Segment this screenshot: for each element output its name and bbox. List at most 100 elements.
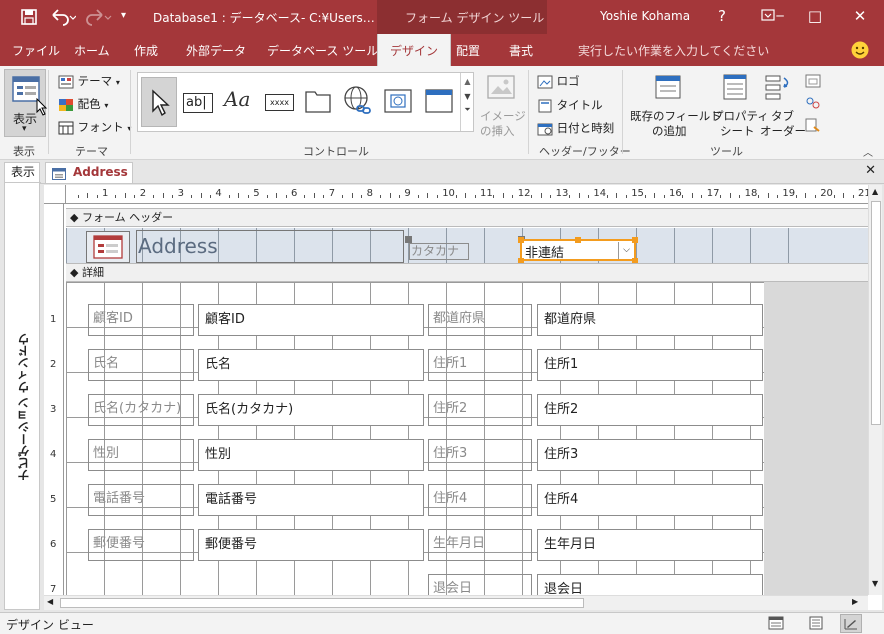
field-textbox[interactable]: 電話番号 bbox=[198, 484, 424, 516]
logo-button[interactable]: ロゴ bbox=[537, 73, 580, 89]
tab-order-button[interactable]: タブ オーダー bbox=[759, 72, 806, 138]
tab-database-tools[interactable]: データベース ツール bbox=[267, 42, 378, 59]
gallery-up-icon[interactable]: ▲ bbox=[461, 77, 474, 86]
collapse-ribbon-icon[interactable]: ︿ bbox=[863, 144, 873, 159]
kana-label[interactable]: カタカナ bbox=[409, 243, 469, 260]
title-label: タイトル bbox=[556, 98, 603, 112]
ruler-mark: 2 bbox=[139, 188, 147, 199]
logo-form-icon bbox=[93, 235, 123, 259]
gallery-down-icon[interactable]: ▼ bbox=[461, 92, 474, 101]
save-icon[interactable] bbox=[21, 9, 37, 25]
form-title-label[interactable]: Address bbox=[136, 230, 404, 263]
tab-design[interactable]: デザイン bbox=[377, 34, 452, 66]
vertical-scroll-thumb[interactable] bbox=[871, 201, 881, 425]
context-tool-label: フォーム デザイン ツール bbox=[405, 11, 545, 25]
form-logo-image[interactable] bbox=[86, 231, 130, 263]
label-tool[interactable]: Aa bbox=[224, 87, 250, 111]
scroll-down-icon[interactable]: ▼ bbox=[872, 579, 878, 588]
textbox-tool[interactable]: ab| bbox=[183, 93, 213, 113]
title-button[interactable]: タイトル bbox=[537, 97, 603, 113]
field-label[interactable]: 住所3 bbox=[428, 439, 532, 471]
help-button[interactable]: ? bbox=[712, 7, 732, 27]
field-label[interactable]: 氏名 bbox=[88, 349, 194, 381]
close-button[interactable]: ✕ bbox=[850, 7, 870, 27]
field-textbox[interactable]: 氏名 bbox=[198, 349, 424, 381]
tab-control-tool[interactable] bbox=[304, 87, 332, 118]
tab-create[interactable]: 作成 bbox=[134, 42, 158, 59]
tab-arrange[interactable]: 配置 bbox=[456, 42, 480, 59]
status-bar: デザイン ビュー bbox=[0, 612, 884, 634]
quick-access-customize-icon[interactable]: ▾ bbox=[121, 10, 126, 21]
field-textbox[interactable]: 性別 bbox=[198, 439, 424, 471]
gallery-more-icon[interactable]: ⏷ bbox=[461, 105, 474, 115]
form-header-section-bar[interactable]: ◆ フォーム ヘッダー bbox=[66, 208, 870, 227]
field-label[interactable]: 郵便番号 bbox=[88, 529, 194, 561]
field-label[interactable]: 都道府県 bbox=[428, 304, 532, 336]
ruler-mark: 2 bbox=[50, 359, 57, 370]
horizontal-scrollbar[interactable]: ◀ ▶ bbox=[44, 595, 868, 610]
ruler-mark: 9 bbox=[404, 188, 411, 199]
form-view-icon[interactable] bbox=[768, 616, 784, 633]
tab-file[interactable]: ファイル bbox=[12, 42, 60, 59]
field-textbox[interactable]: 顧客ID bbox=[198, 304, 424, 336]
undo-icon[interactable] bbox=[50, 8, 77, 26]
ruler-corner[interactable] bbox=[44, 185, 66, 204]
navigation-pane[interactable]: 表示 ナビゲーション ウィンドウ bbox=[4, 162, 41, 610]
field-textbox[interactable]: 住所4 bbox=[537, 484, 763, 516]
minimize-button[interactable]: ─ bbox=[770, 7, 790, 27]
field-textbox[interactable]: 郵便番号 bbox=[198, 529, 424, 561]
tab-external-data[interactable]: 外部データ bbox=[186, 42, 246, 59]
close-document-icon[interactable]: ✕ bbox=[865, 163, 876, 178]
field-textbox[interactable]: 都道府県 bbox=[537, 304, 763, 336]
themes-button[interactable]: テーマ ▾ bbox=[58, 73, 120, 89]
subform-icon[interactable] bbox=[805, 74, 821, 91]
field-label[interactable]: 住所4 bbox=[428, 484, 532, 516]
scroll-right-icon[interactable]: ▶ bbox=[852, 597, 858, 606]
field-label[interactable]: 住所2 bbox=[428, 394, 532, 426]
detail-section-bar[interactable]: ◆ 詳細 bbox=[66, 263, 870, 282]
tab-home[interactable]: ホーム bbox=[74, 42, 110, 59]
field-textbox[interactable]: 住所2 bbox=[537, 394, 763, 426]
button-tool[interactable]: xxxx bbox=[265, 94, 294, 111]
horizontal-scroll-thumb[interactable] bbox=[60, 598, 584, 608]
field-label[interactable]: 住所1 bbox=[428, 349, 532, 381]
field-label[interactable]: 氏名(カタカナ) bbox=[88, 394, 194, 426]
convert-macros-icon[interactable] bbox=[805, 96, 821, 113]
field-textbox[interactable]: 住所3 bbox=[537, 439, 763, 471]
navigation-control-tool[interactable] bbox=[425, 89, 453, 116]
field-label[interactable]: 顧客ID bbox=[88, 304, 194, 336]
web-browser-tool[interactable] bbox=[384, 89, 412, 116]
colors-button[interactable]: 配色 ▾ bbox=[58, 96, 108, 112]
field-label[interactable]: 性別 bbox=[88, 439, 194, 471]
layout-view-icon[interactable] bbox=[808, 616, 824, 633]
redo-icon[interactable] bbox=[86, 8, 112, 26]
field-label[interactable]: 電話番号 bbox=[88, 484, 194, 516]
ruler-mark: 6 bbox=[50, 539, 57, 550]
document-tab-address[interactable]: Address bbox=[45, 162, 133, 184]
smiley-feedback-icon[interactable] bbox=[851, 41, 869, 59]
scroll-up-icon[interactable]: ▲ bbox=[872, 187, 878, 196]
field-textbox[interactable]: 氏名(カタカナ) bbox=[198, 394, 424, 426]
field-textbox[interactable]: 生年月日 bbox=[537, 529, 763, 561]
fonts-button[interactable]: フォント ▾ bbox=[58, 119, 131, 135]
design-view-icon[interactable] bbox=[840, 614, 862, 633]
gallery-scroll[interactable]: ▲ ▼ ⏷ bbox=[460, 73, 474, 131]
user-name[interactable]: Yoshie Kohama bbox=[600, 9, 690, 23]
select-pointer-tool[interactable] bbox=[141, 77, 177, 127]
insert-image-button[interactable]: イメージ の挿入 bbox=[478, 72, 526, 138]
tab-format[interactable]: 書式 bbox=[509, 42, 533, 59]
add-existing-fields-button[interactable]: 既存のフィールド の追加 bbox=[630, 72, 722, 138]
view-code-icon[interactable] bbox=[805, 118, 821, 135]
navigation-pane-title[interactable]: ナビゲーション ウィンドウ bbox=[15, 333, 32, 481]
vertical-scrollbar[interactable]: ▲ ▼ bbox=[868, 185, 882, 595]
scroll-left-icon[interactable]: ◀ bbox=[47, 597, 53, 606]
field-label[interactable]: 生年月日 bbox=[428, 529, 532, 561]
combo-dropdown-icon[interactable]: ⌵ bbox=[618, 242, 634, 259]
property-sheet-button[interactable]: プロパティ シート bbox=[711, 72, 769, 138]
field-textbox[interactable]: 住所1 bbox=[537, 349, 763, 381]
restore-button[interactable]: □ bbox=[805, 7, 825, 27]
navigation-pane-show-label[interactable]: 表示 bbox=[5, 163, 41, 183]
tell-me-input[interactable]: 実行したい作業を入力してください bbox=[578, 42, 769, 59]
date-time-button[interactable]: 日付と時刻 bbox=[537, 120, 614, 136]
hyperlink-tool[interactable] bbox=[343, 85, 373, 120]
